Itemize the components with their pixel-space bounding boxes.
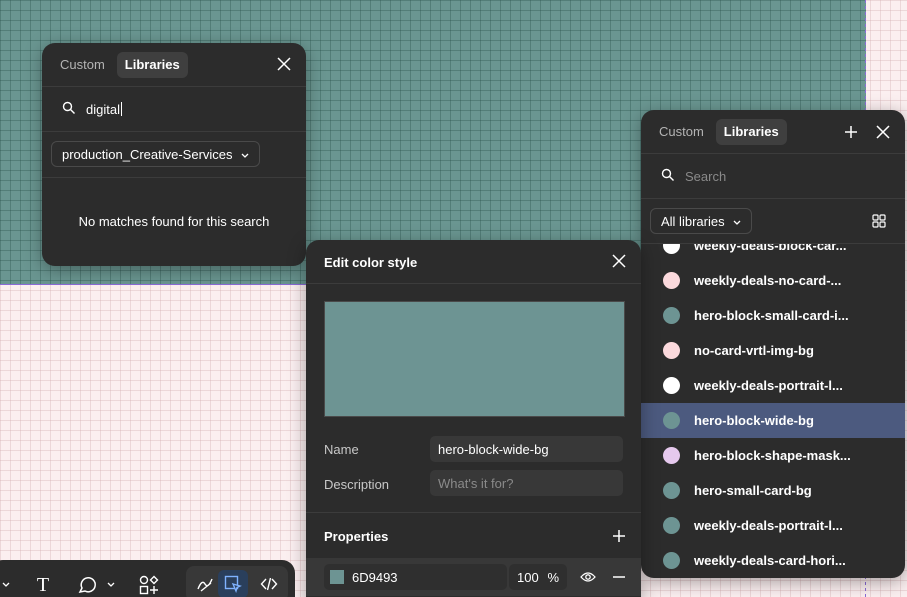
components-tool-icon[interactable] bbox=[136, 572, 162, 597]
color-swatch bbox=[663, 307, 680, 324]
color-swatch bbox=[663, 342, 680, 359]
color-style-label: hero-block-shape-mask... bbox=[694, 448, 851, 463]
close-icon[interactable] bbox=[872, 121, 894, 143]
color-swatch bbox=[663, 272, 680, 289]
close-icon[interactable] bbox=[608, 250, 630, 272]
add-icon[interactable] bbox=[840, 121, 862, 143]
opacity-value: 100 bbox=[517, 569, 539, 585]
color-preview-swatch bbox=[324, 301, 625, 417]
tab-custom[interactable]: Custom bbox=[52, 52, 113, 78]
fill-property-row: 6D9493 100 % bbox=[306, 558, 641, 596]
shape-tool-icon[interactable] bbox=[74, 572, 100, 597]
color-style-item[interactable]: hero-small-card-bg bbox=[641, 473, 905, 508]
remove-property-icon[interactable] bbox=[608, 566, 630, 588]
edit-color-style-panel: Edit color style Name hero-block-wide-bg… bbox=[306, 240, 641, 597]
panel-title: Edit color style bbox=[324, 255, 418, 270]
tab-libraries[interactable]: Libraries bbox=[715, 119, 787, 145]
visibility-eye-icon[interactable] bbox=[577, 566, 599, 588]
search-input[interactable]: digital bbox=[86, 102, 120, 117]
color-style-item[interactable]: weekly-deals-portrait-l... bbox=[641, 368, 905, 403]
mode-switcher bbox=[186, 566, 288, 597]
empty-state-message: No matches found for this search bbox=[78, 214, 270, 229]
library-filter-label: All libraries bbox=[661, 213, 725, 229]
search-icon bbox=[62, 101, 76, 118]
color-style-label: weekly-deals-portrait-l... bbox=[694, 378, 843, 393]
opacity-field[interactable]: 100 % bbox=[509, 564, 567, 590]
color-style-item[interactable]: hero-block-wide-bg bbox=[641, 403, 905, 438]
color-style-label: weekly-deals-card-hori... bbox=[694, 553, 846, 568]
description-label: Description bbox=[324, 477, 390, 492]
color-swatch bbox=[663, 552, 680, 569]
color-style-label: weekly-deals-portrait-l... bbox=[694, 518, 843, 533]
color-style-item[interactable]: weekly-deals-block-car... bbox=[641, 244, 905, 263]
library-filter-dropdown[interactable]: production_Creative-Services bbox=[51, 141, 260, 167]
hex-field[interactable]: 6D9493 bbox=[324, 564, 507, 590]
color-style-item[interactable]: weekly-deals-portrait-l... bbox=[641, 508, 905, 543]
opacity-unit: % bbox=[547, 569, 559, 585]
chevron-down-icon[interactable] bbox=[104, 572, 118, 597]
dev-mode-icon[interactable] bbox=[256, 571, 282, 597]
color-style-list: weekly-deals-block-car... weekly-deals-no… bbox=[641, 244, 905, 578]
chevron-down-icon bbox=[733, 214, 741, 229]
color-style-item[interactable]: no-card-vrtl-img-bg bbox=[641, 333, 905, 368]
chevron-down-icon[interactable] bbox=[0, 572, 14, 597]
color-style-item[interactable]: weekly-deals-card-hori... bbox=[641, 543, 905, 578]
panel-tabs: Custom Libraries bbox=[52, 52, 188, 78]
text-caret bbox=[120, 102, 122, 116]
name-label: Name bbox=[324, 442, 359, 457]
library-filter-label: production_Creative-Services bbox=[62, 146, 233, 162]
color-style-label: weekly-deals-no-card-... bbox=[694, 273, 842, 288]
description-field[interactable]: What's it for? bbox=[430, 470, 623, 496]
color-style-label: hero-block-wide-bg bbox=[694, 413, 814, 428]
color-style-label: weekly-deals-block-car... bbox=[694, 244, 847, 253]
draw-tool-icon[interactable] bbox=[192, 571, 218, 597]
name-field[interactable]: hero-block-wide-bg bbox=[430, 436, 623, 462]
color-swatch bbox=[663, 482, 680, 499]
properties-label: Properties bbox=[324, 529, 389, 544]
chevron-down-icon bbox=[241, 147, 249, 162]
tab-libraries[interactable]: Libraries bbox=[116, 52, 188, 78]
library-filter-dropdown[interactable]: All libraries bbox=[650, 208, 752, 234]
text-tool-icon[interactable]: T bbox=[30, 572, 56, 597]
color-swatch bbox=[663, 447, 680, 464]
color-style-item[interactable]: weekly-deals-no-card-... bbox=[641, 263, 905, 298]
search-field[interactable]: digital bbox=[62, 101, 122, 118]
search-icon bbox=[661, 168, 675, 185]
grid-view-icon[interactable] bbox=[868, 210, 890, 232]
close-icon[interactable] bbox=[273, 53, 295, 75]
panel-tabs: Custom Libraries bbox=[651, 119, 787, 145]
library-panel-right: Custom Libraries Search All libraries we… bbox=[641, 110, 905, 578]
color-style-label: hero-small-card-bg bbox=[694, 483, 812, 498]
color-style-label: hero-block-small-card-i... bbox=[694, 308, 849, 323]
color-swatch bbox=[663, 412, 680, 429]
color-swatch bbox=[663, 377, 680, 394]
color-swatch bbox=[663, 244, 680, 254]
bottom-toolbar: T bbox=[0, 560, 295, 597]
color-style-label: no-card-vrtl-img-bg bbox=[694, 343, 814, 358]
library-panel-left: Custom Libraries digital production_Crea… bbox=[42, 43, 306, 266]
search-field[interactable]: Search bbox=[661, 168, 726, 185]
hex-value: 6D9493 bbox=[352, 569, 398, 585]
design-mode-icon[interactable] bbox=[220, 571, 246, 597]
color-swatch bbox=[663, 517, 680, 534]
tab-custom[interactable]: Custom bbox=[651, 119, 712, 145]
color-style-item[interactable]: hero-block-shape-mask... bbox=[641, 438, 905, 473]
color-chip[interactable] bbox=[330, 570, 344, 584]
add-property-icon[interactable] bbox=[608, 525, 630, 547]
search-input[interactable]: Search bbox=[685, 169, 726, 184]
color-style-item[interactable]: hero-block-small-card-i... bbox=[641, 298, 905, 333]
